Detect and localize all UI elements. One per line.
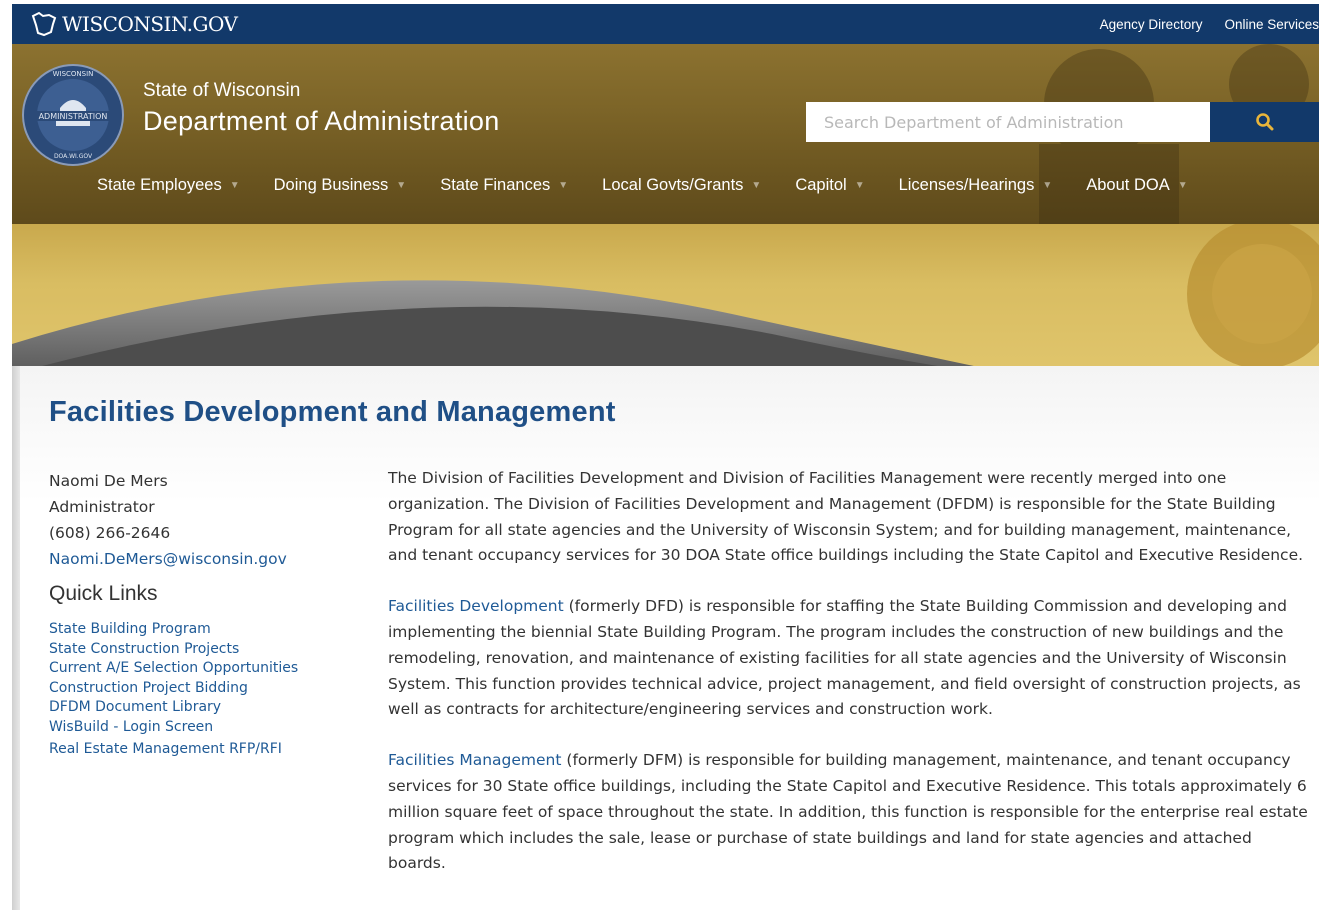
main-nav: State Employees ▼ Doing Business ▼ State… bbox=[97, 176, 1222, 195]
nav-label: Local Govts/Grants bbox=[602, 176, 744, 194]
caret-down-icon: ▼ bbox=[751, 180, 762, 191]
seal-text-mid: ADMINISTRATION bbox=[39, 112, 108, 121]
quick-link-dfdm-document-library[interactable]: DFDM Document Library bbox=[49, 698, 298, 718]
quick-link-construction-project-bidding[interactable]: Construction Project Bidding bbox=[49, 679, 298, 699]
body-paragraph-intro: The Division of Facilities Development a… bbox=[388, 469, 1304, 565]
wisconsin-gov-logo[interactable]: WISCONSIN.GOV bbox=[30, 9, 238, 39]
nav-state-finances[interactable]: State Finances ▼ bbox=[440, 176, 568, 195]
caret-down-icon: ▼ bbox=[229, 180, 240, 191]
agency-directory-link[interactable]: Agency Directory bbox=[1100, 17, 1203, 32]
online-services-link[interactable]: Online Services bbox=[1224, 17, 1319, 32]
body-paragraph-management: Facilities Management (formerly DFM) is … bbox=[388, 748, 1308, 877]
contact-name: Naomi De Mers bbox=[49, 472, 168, 490]
facilities-management-link[interactable]: Facilities Management bbox=[388, 751, 561, 769]
nav-about-doa[interactable]: About DOA ▼ bbox=[1086, 176, 1187, 195]
nav-label: Doing Business bbox=[273, 176, 389, 194]
nav-doing-business[interactable]: Doing Business ▼ bbox=[274, 176, 407, 195]
quick-link-state-construction-projects[interactable]: State Construction Projects bbox=[49, 640, 298, 660]
site-header: WISCONSIN ADMINISTRATION DOA.WI.GOV Stat… bbox=[12, 44, 1319, 224]
agency-state-name[interactable]: State of Wisconsin bbox=[143, 80, 300, 102]
contact-phone: (608) 266-2646 bbox=[49, 524, 171, 542]
facilities-development-link[interactable]: Facilities Development bbox=[388, 597, 564, 615]
doa-seal-icon[interactable]: WISCONSIN ADMINISTRATION DOA.WI.GOV bbox=[22, 64, 124, 166]
quick-link-ae-selection-opportunities[interactable]: Current A/E Selection Opportunities bbox=[49, 659, 298, 679]
top-bar: WISCONSIN.GOV Agency Directory Online Se… bbox=[12, 4, 1319, 44]
nav-label: Capitol bbox=[795, 176, 847, 194]
contact-role: Administrator bbox=[49, 498, 155, 516]
nav-label: Licenses/Hearings bbox=[898, 176, 1035, 194]
nav-label: State Employees bbox=[97, 176, 222, 194]
wisconsin-map-icon bbox=[31, 11, 57, 37]
main-body: The Division of Facilities Development a… bbox=[388, 466, 1308, 902]
agency-department-name[interactable]: Department of Administration bbox=[143, 106, 500, 137]
quick-links-title: Quick Links bbox=[49, 582, 158, 605]
nav-label: About DOA bbox=[1086, 176, 1170, 194]
search-placeholder: Search Department of Administration bbox=[824, 112, 1124, 132]
caret-down-icon: ▼ bbox=[396, 180, 407, 191]
search-button[interactable] bbox=[1210, 102, 1319, 142]
seal-text-top: WISCONSIN bbox=[53, 70, 94, 78]
contact-block: Naomi De Mers Administrator (608) 266-26… bbox=[49, 468, 287, 572]
wisconsin-gov-logo-text: WISCONSIN.GOV bbox=[62, 12, 238, 36]
page-title: Facilities Development and Management bbox=[49, 396, 616, 428]
quick-links-list: State Building Program State Constructio… bbox=[49, 620, 298, 759]
search-input[interactable]: Search Department of Administration bbox=[806, 102, 1210, 142]
body-paragraph-development: Facilities Development (formerly DFD) is… bbox=[388, 594, 1308, 723]
search-icon bbox=[1255, 113, 1273, 131]
caret-down-icon: ▼ bbox=[854, 180, 865, 191]
contact-email-link[interactable]: Naomi.DeMers@wisconsin.gov bbox=[49, 546, 287, 572]
quick-link-real-estate-rfp[interactable]: Real Estate Management RFP/RFI bbox=[49, 740, 298, 760]
quick-link-wisbuild-login[interactable]: WisBuild - Login Screen bbox=[49, 718, 298, 738]
top-links: Agency Directory Online Services bbox=[1100, 4, 1319, 44]
banner-swoosh bbox=[12, 224, 1319, 374]
caret-down-icon: ▼ bbox=[1177, 180, 1188, 191]
nav-capitol[interactable]: Capitol ▼ bbox=[795, 176, 864, 195]
nav-local-govts-grants[interactable]: Local Govts/Grants ▼ bbox=[602, 176, 761, 195]
seal-text-bottom: DOA.WI.GOV bbox=[54, 153, 93, 160]
content-left-edge bbox=[12, 366, 20, 910]
quick-link-state-building-program[interactable]: State Building Program bbox=[49, 620, 298, 640]
caret-down-icon: ▼ bbox=[1042, 180, 1053, 191]
body-paragraph-development-text: (formerly DFD) is responsible for staffi… bbox=[388, 597, 1301, 719]
nav-licenses-hearings[interactable]: Licenses/Hearings ▼ bbox=[899, 176, 1053, 195]
nav-label: State Finances bbox=[440, 176, 551, 194]
caret-down-icon: ▼ bbox=[558, 180, 569, 191]
body-paragraph-management-text: (formerly DFM) is responsible for buildi… bbox=[388, 751, 1308, 873]
hero-banner bbox=[12, 224, 1319, 374]
nav-state-employees[interactable]: State Employees ▼ bbox=[97, 176, 240, 195]
